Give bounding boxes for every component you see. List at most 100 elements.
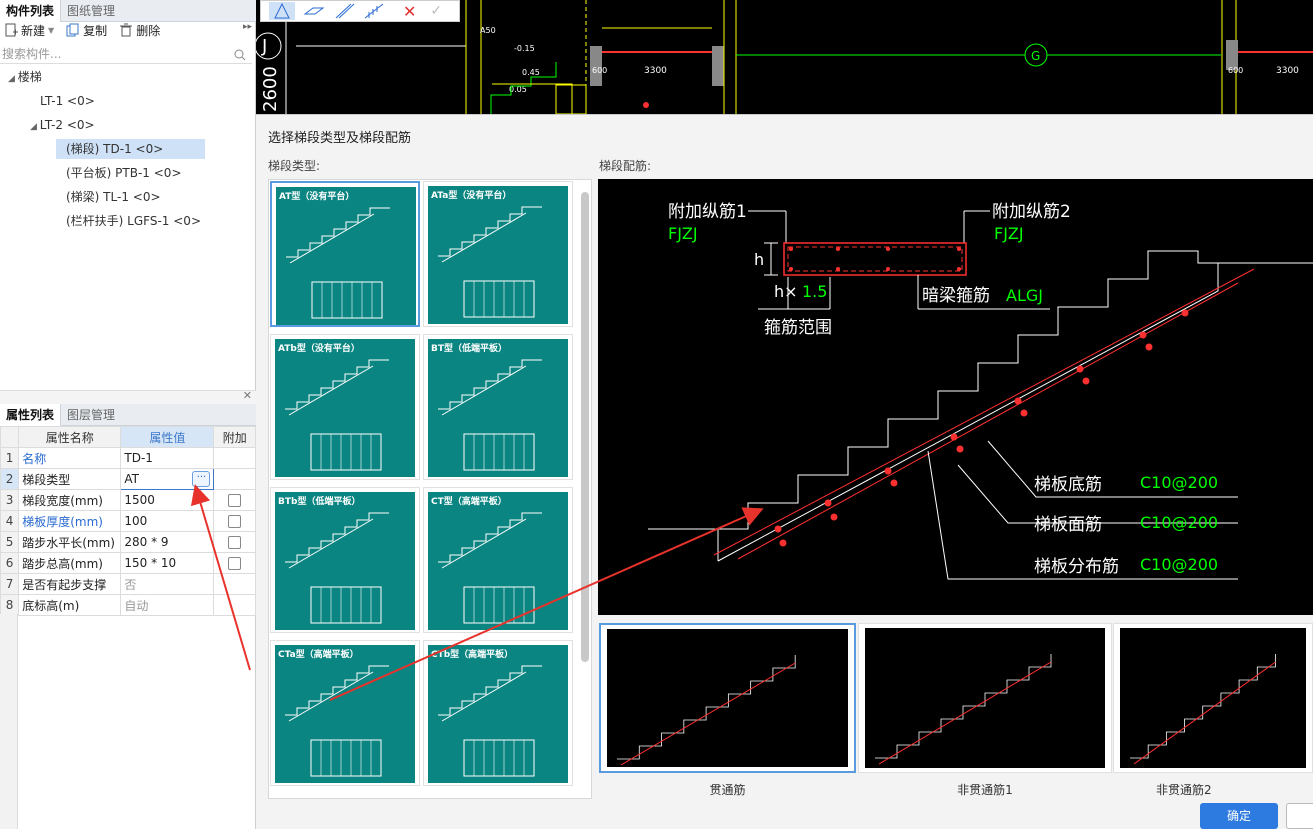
stair-type-bt[interactable]: BT型（低端平板） [423,334,573,480]
rebar-section-label: 梯段配筋: [599,159,652,173]
expand-icon[interactable]: ▸▸ [243,22,252,32]
dim-a50: A50 [480,26,496,35]
dialog-title: 选择梯段类型及梯段配筋 [268,131,412,146]
grid-label-j: J [261,36,267,57]
close-icon[interactable]: ✕ [243,389,252,402]
extra-checkbox[interactable] [228,515,242,528]
tab-layer-management[interactable]: 图层管理 [61,404,121,426]
ok-button[interactable]: 确定 [1200,803,1278,829]
col-header-name: 属性名称 [18,426,122,448]
dim-045: 0.45 [522,68,540,77]
grid-label-g: G [1031,49,1040,63]
dim-600-b: 600 [1228,66,1243,75]
stair-diagram-icon [438,359,542,471]
stair-diagram-icon [438,206,542,318]
fjzj2-code: FJZJ [994,224,1024,243]
stair-type-cta[interactable]: CTa型（高端平板） [270,640,420,786]
table-row[interactable]: 3 梯段宽度(mm) 1500 [0,489,256,511]
tree-node-lgfs1[interactable]: (栏杆扶手) LGFS-1 <0> [66,211,201,231]
search-input[interactable]: 搜索构件... [0,44,252,64]
col-header-extra: 附加 [213,426,256,448]
component-panel: 构件列表 图纸管理 新建 ▼ 复制 删除 ▸▸ 搜索构件... ◢ 楼梯 LT-… [0,0,256,829]
table-row[interactable]: 4 梯板厚度(mm) 100 [0,510,256,532]
delete-button[interactable]: 删除 [119,22,160,39]
panel-splitter[interactable]: ✕ [0,389,256,404]
stair-diagram-icon [285,512,389,624]
table-row[interactable]: 5 踏步水平长(mm) 280 * 9 [0,531,256,553]
top-bar-value: C10@200 [1140,513,1218,532]
extra-checkbox[interactable] [228,557,242,570]
tree-node-stair[interactable]: ◢ 楼梯 [8,67,42,87]
new-button[interactable]: 新建 ▼ [4,22,54,39]
stirrup-h-label: h× [774,282,798,301]
search-icon[interactable] [234,47,246,67]
stair-type-atb[interactable]: ATb型（没有平台） [270,334,420,480]
stair-diagram-icon [286,207,390,319]
rebar-option-label: 非贯通筋1 [957,783,1013,797]
slab-tool-icon[interactable] [303,2,325,20]
copy-button[interactable]: 复制 [66,22,107,39]
tree-node-lt2[interactable]: ◢ LT-2 <0> [30,115,95,135]
fjzj1-code: FJZJ [668,224,698,243]
extra-checkbox[interactable] [228,536,242,549]
rebar-option-non-through-2[interactable] [1113,623,1313,773]
rebar-option-label: 非贯通筋2 [1156,783,1212,797]
rebar-thumb-icon [617,655,796,766]
tree-node-td1[interactable]: (梯段) TD-1 <0> [56,139,205,159]
type-list-scrollbar[interactable] [581,192,589,662]
component-toolbar: 新建 ▼ 复制 删除 ▸▸ [0,18,256,42]
extra-checkbox[interactable] [228,494,242,507]
table-row[interactable]: 7 是否有起步支撑 否 [0,573,256,595]
stair-type-list: AT型（没有平台） ATa型（没有平台） ATb型（没有平台） BT型（低端平板… [268,179,592,799]
new-icon [4,23,18,37]
dim-3300-b: 3300 [1276,66,1299,76]
stirrup-range-label: 箍筋范围 [764,318,832,338]
rebar-option-non-through-1[interactable] [858,623,1112,773]
confirm-icon[interactable]: ✓ [430,3,442,19]
cad-toolbar: ✕ ✓ [260,0,460,22]
stair-diagram-icon [285,665,389,777]
chevron-down-icon[interactable]: ▼ [48,26,54,35]
hidden-beam-code: ALGJ [1006,286,1043,305]
tree-node-lt1[interactable]: LT-1 <0> [40,91,95,111]
top-bar-label: 梯板面筋 [1034,515,1102,535]
type-section-label: 梯段类型: [268,159,321,173]
stair-type-ata[interactable]: ATa型（没有平台） [423,181,573,327]
tree-node-tl1[interactable]: (梯梁) TL-1 <0> [66,187,161,207]
table-row[interactable]: 1 名称 TD-1 [0,447,256,469]
dim-2600: 2600 [260,66,281,112]
dim-600-a: 600 [592,66,607,75]
table-row[interactable]: 6 踏步总高(mm) 150 * 10 [0,552,256,574]
table-row[interactable]: 8 底标高(m) 自动 [0,594,256,616]
rebar-option-through[interactable] [599,623,856,773]
fjzj2-label: 附加纵筋2 [992,202,1071,222]
property-tabbar: 属性列表 图层管理 [0,404,256,426]
rebar-thumb-icon [875,654,1052,765]
more-options-button[interactable]: ··· [192,471,211,487]
stair-type-btb[interactable]: BTb型（低端平板） [270,487,420,633]
dim-015: -0.15 [514,44,535,53]
table-row[interactable]: 2 梯段类型 AT ··· [0,468,256,490]
railing-tool-icon[interactable] [363,2,385,20]
stirrup-factor: 1.5 [802,282,827,301]
bottom-bar-label: 梯板底筋 [1034,475,1102,495]
stair-type-ct[interactable]: CT型（高端平板） [423,487,573,633]
stair-type-ctb[interactable]: CTb型（高端平板） [423,640,573,786]
rebar-option-label: 贯通筋 [709,783,746,797]
hidden-beam-label: 暗梁箍筋 [922,286,990,306]
beam-tool-icon[interactable] [333,2,355,20]
copy-icon [66,23,80,37]
cancel-icon[interactable]: ✕ [403,2,416,21]
dim-3300-a: 3300 [644,66,667,76]
stair-diagram-icon [438,512,542,624]
tree-node-ptb1[interactable]: (平台板) PTB-1 <0> [66,163,182,183]
stair-tool-icon[interactable] [269,2,295,20]
stair-type-dialog: 选择梯段类型及梯段配筋 梯段类型: 梯段配筋: AT型（没有平台） ATa型（没… [256,114,1313,829]
dist-bar-value: C10@200 [1140,555,1218,574]
col-header-value: 属性值 [120,426,215,448]
rebar-thumb-icon [1130,654,1276,765]
bottom-bar-value: C10@200 [1140,473,1218,492]
tab-property-list[interactable]: 属性列表 [0,404,62,426]
stair-type-at[interactable]: AT型（没有平台） [270,181,420,327]
cancel-button[interactable] [1286,803,1313,829]
